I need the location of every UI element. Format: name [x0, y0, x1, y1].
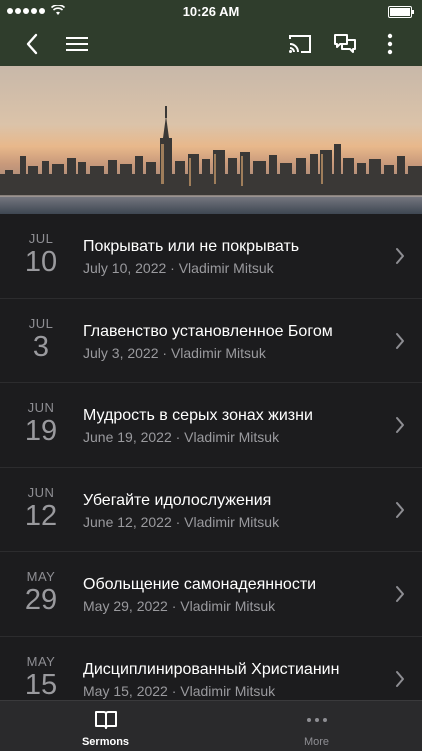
sermon-date: JUL 3 [20, 315, 62, 363]
sermon-day: 15 [24, 668, 58, 700]
sermon-day: 12 [24, 499, 58, 532]
sermon-meta: July 3, 2022 · Vladimir Mitsuk [83, 344, 266, 361]
sermon-date: JUN 19 [20, 400, 62, 448]
sermon-row[interactable]: MAY 29 Обольщение самонадеянности May 29, 2… [0, 552, 422, 637]
tab-sermons-label: Sermons [81, 736, 130, 748]
sermon-title: Покрывать или не покрывать [83, 238, 300, 255]
chevron-right-icon [396, 417, 404, 434]
back-chevron-icon [26, 33, 38, 55]
chevron-right-icon [396, 332, 404, 349]
chevron-right-icon [396, 501, 404, 518]
status-bar: 10:26 AM [0, 0, 422, 22]
sermon-date: JUL 10 [20, 231, 62, 279]
city-skyline-illustration [0, 66, 422, 214]
sermon-title: Убегайте идолослужения [83, 491, 272, 509]
sermon-meta: May 29, 2022 · Vladimir Mitsuk [83, 598, 276, 615]
chat-bubbles-icon [334, 34, 356, 53]
sermon-month: JUL [28, 315, 54, 331]
sermon-row[interactable]: JUL 3 Главенство установленное Богом July 3… [0, 299, 422, 384]
sermon-list: JUL 10 Покрывать или не покрывать July 10, … [0, 214, 422, 700]
status-time: 10:26 AM [182, 4, 240, 19]
sermon-meta: June 12, 2022 · Vladimir Mitsuk [83, 513, 280, 530]
sermon-meta: May 15, 2022 · Vladimir Mitsuk [83, 682, 276, 699]
sermon-title: Дисциплинированный Христианин [83, 660, 340, 678]
tab-bar: Sermons More [0, 700, 422, 751]
sermon-month: JUL [28, 231, 54, 246]
sermon-month: MAY [26, 569, 56, 585]
sermon-day: 3 [32, 330, 50, 363]
tab-more-label: More [303, 736, 330, 748]
hamburger-menu-icon [66, 37, 88, 51]
sermon-row[interactable]: JUL 10 Покрывать или не покрывать July 10, … [0, 214, 422, 299]
hero-image-skyline [0, 66, 422, 214]
navigation-bar [0, 22, 422, 66]
chat-button[interactable] [325, 22, 365, 66]
cast-icon [289, 35, 311, 53]
battery-icon [388, 6, 414, 18]
sermon-meta: July 10, 2022 · Vladimir Mitsuk [83, 260, 274, 276]
sermon-date: MAY 29 [20, 569, 62, 617]
chevron-right-icon [396, 248, 404, 264]
tab-sermons[interactable]: Sermons [0, 701, 211, 751]
menu-button[interactable] [57, 22, 97, 66]
sermon-title: Обольщение самонадеянности [83, 576, 317, 594]
sermon-title: Мудрость в серых зонах жизни [83, 407, 313, 425]
tab-more[interactable]: More [211, 701, 422, 751]
sermon-month: JUN [27, 400, 55, 416]
sermon-month: JUN [27, 484, 55, 500]
sermon-row[interactable]: JUN 19 Мудрость в серых зонах жизни June 19… [0, 383, 422, 468]
sermon-date: MAY 15 [20, 653, 62, 700]
sermon-day: 19 [24, 415, 58, 448]
more-dots-icon [306, 718, 327, 722]
sermon-month: MAY [26, 653, 56, 669]
sermon-date: JUN 12 [20, 484, 62, 532]
cast-button[interactable] [280, 22, 320, 66]
sermon-title: Главенство установленное Богом [83, 322, 333, 340]
sermon-day: 10 [24, 246, 58, 278]
vertical-dots-icon [387, 33, 393, 55]
chevron-right-icon [396, 586, 404, 603]
chevron-right-icon [396, 670, 404, 687]
sermon-meta: June 19, 2022 · Vladimir Mitsuk [83, 429, 280, 446]
book-icon [94, 711, 117, 729]
back-button[interactable] [12, 22, 52, 66]
sermon-row[interactable]: JUN 12 Убегайте идолослужения June 12, 2022… [0, 468, 422, 553]
sermon-day: 29 [24, 584, 58, 617]
more-options-button[interactable] [370, 22, 410, 66]
sermon-row[interactable]: MAY 15 Дисциплинированный Христианин May 15… [0, 637, 422, 700]
